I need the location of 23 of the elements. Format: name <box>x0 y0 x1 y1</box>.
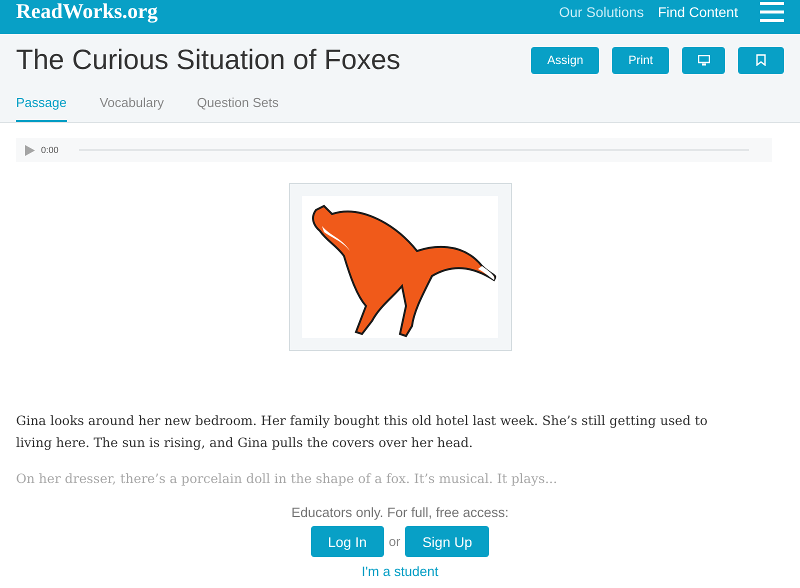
tab[interactable]: Passage <box>16 95 67 122</box>
passage-title: The Curious Situation of Foxes <box>16 44 400 76</box>
menu-icon[interactable] <box>760 2 784 22</box>
monitor-icon <box>698 54 710 66</box>
present-button[interactable] <box>682 46 725 74</box>
audio-time: 0:00 <box>41 145 59 155</box>
logo[interactable]: ReadWorks.org <box>16 0 158 24</box>
nav-link[interactable]: Our Solutions <box>559 4 644 20</box>
bookmark-icon <box>756 54 766 66</box>
nav-link[interactable]: Find Content <box>658 4 738 20</box>
or-text: or <box>388 534 400 549</box>
student-link[interactable]: I'm a student <box>362 564 438 579</box>
tab[interactable]: Vocabulary <box>100 95 164 122</box>
signup-button[interactable]: Sign Up <box>405 526 490 557</box>
access-message: Educators only. For full, free access: <box>291 505 509 520</box>
play-icon[interactable] <box>25 144 35 156</box>
passage-paragraph: On her dresser, there’s a porcelain doll in the shape of a fox. It’s musical. It plays... <box>16 471 558 489</box>
login-button[interactable]: Log In <box>310 526 384 557</box>
action-button[interactable]: Assign <box>531 46 600 74</box>
passage-paragraph: Gina looks around her new bedroom. Her family bought this old hotel last week. She’s still getting used to living here. The sun is rising, and Gina pulls the covers over her head. <box>16 413 709 453</box>
action-button[interactable]: Print <box>612 46 669 74</box>
bookmark-button[interactable] <box>738 46 784 74</box>
tab[interactable]: Question Sets <box>196 95 279 122</box>
